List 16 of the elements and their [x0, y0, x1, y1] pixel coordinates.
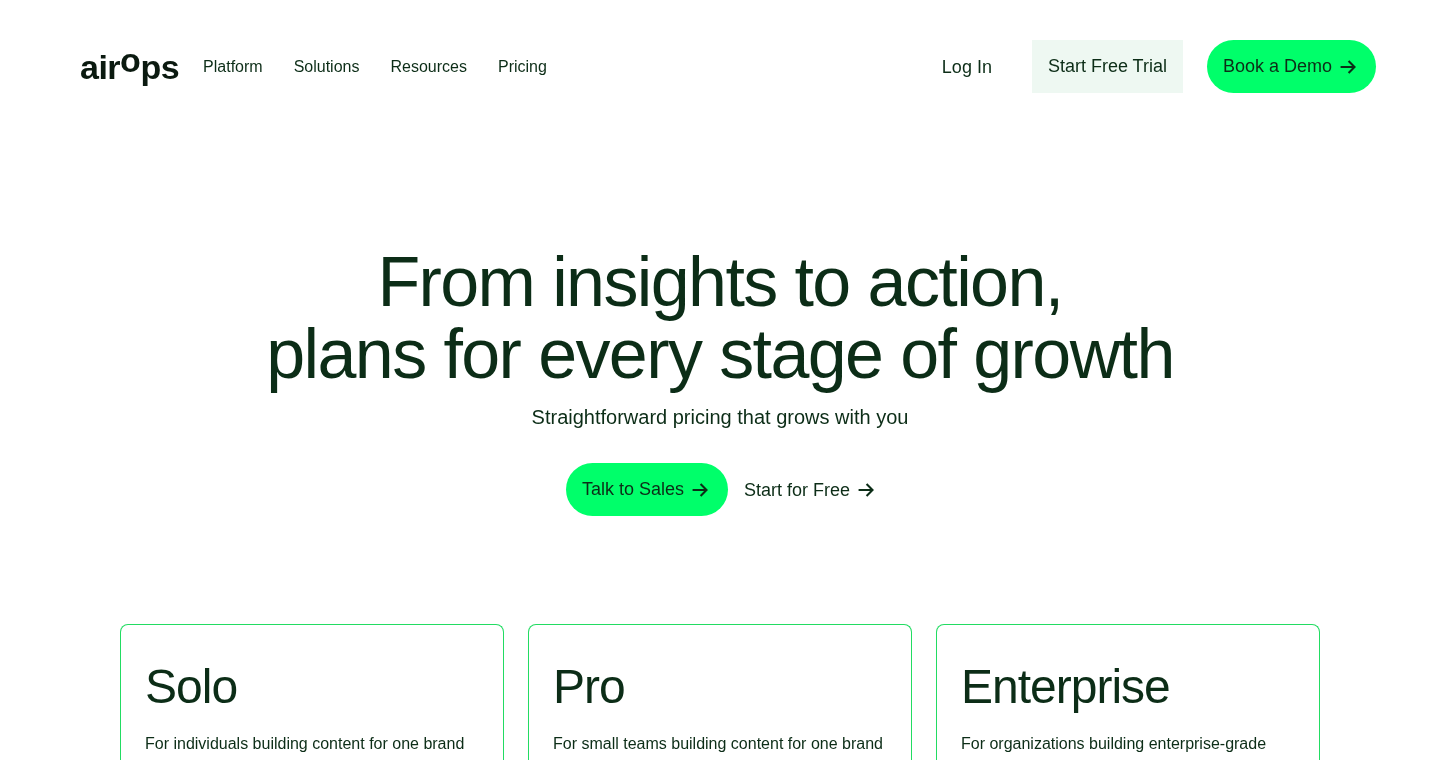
plan-description: For organizations building enterprise-grade — [961, 734, 1268, 754]
header-link[interactable]: Log In — [941, 54, 992, 79]
plan-name: Pro — [553, 659, 626, 715]
nav-link[interactable]: Resources — [390, 55, 467, 78]
nav-link[interactable]: Pricing — [497, 55, 547, 78]
plan-name: Solo — [145, 659, 239, 715]
plan-description: For small teams building content for one brand — [553, 734, 884, 754]
hero-button[interactable]: Talk to Sales — [565, 463, 728, 516]
hero-link[interactable]: Start for Free — [744, 477, 875, 502]
nav-link[interactable]: Solutions — [293, 55, 360, 78]
plan-name: Enterprise — [961, 659, 1171, 715]
nav-link[interactable]: Platform — [203, 55, 263, 78]
header-button[interactable]: Start Free Trial — [1031, 40, 1183, 93]
hero-subtitle: Straightforward pricing that grows with you — [531, 405, 909, 429]
plan-description: For individuals building content for one brand — [145, 734, 466, 754]
header-button[interactable]: Book a Demo — [1206, 40, 1376, 93]
